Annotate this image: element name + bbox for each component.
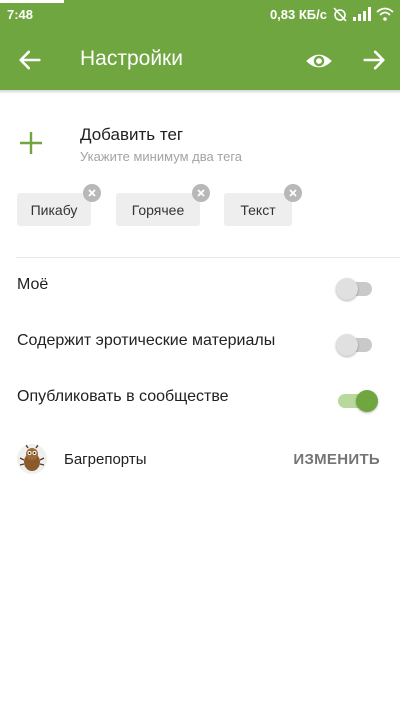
remove-tag-icon[interactable] (284, 184, 302, 202)
setting-row-adult[interactable]: Содержит эротические материалы (0, 314, 400, 370)
wifi-icon (376, 7, 394, 21)
tag-label: Горячее (131, 201, 185, 218)
adult-content-toggle[interactable] (336, 333, 380, 356)
network-speed: 0,83 КБ/с (269, 6, 327, 22)
page-title: Настройки (80, 47, 183, 70)
tag-chip[interactable]: Текст (224, 184, 302, 226)
add-tag-label: Добавить тег (80, 125, 184, 144)
app-bar: Настройки (0, 30, 400, 90)
toggle-thumb (336, 278, 358, 300)
status-time: 7:48 (7, 7, 34, 22)
add-tag-row[interactable]: Добавить тег Укажите минимум два тега (0, 112, 400, 172)
alarm-off-icon (333, 7, 347, 22)
status-bar: 7:48 0,83 КБ/с (0, 0, 400, 30)
setting-row-mine[interactable]: Моё (0, 258, 400, 314)
signal-icon (353, 7, 371, 21)
eye-icon[interactable] (305, 47, 333, 75)
add-tag-hint: Укажите минимум два тега (80, 149, 243, 164)
forward-arrow-icon[interactable] (360, 46, 388, 74)
toggle-thumb (336, 334, 358, 356)
bug-icon (19, 444, 45, 471)
change-community-button[interactable]: ИЗМЕНИТЬ (293, 451, 380, 468)
tag-chip[interactable]: Пикабу (17, 184, 101, 226)
community-row[interactable]: Багрепорты ИЗМЕНИТЬ (0, 433, 400, 489)
back-arrow-icon[interactable] (16, 46, 44, 74)
tag-label: Текст (240, 201, 276, 218)
tag-chip[interactable]: Горячее (116, 184, 210, 226)
setting-row-community[interactable]: Опубликовать в сообществе (0, 370, 400, 426)
setting-label: Содержит эротические материалы (17, 332, 276, 349)
tag-label: Пикабу (30, 201, 78, 218)
mine-toggle[interactable] (336, 277, 380, 300)
community-name: Багрепорты (64, 451, 147, 468)
setting-label: Опубликовать в сообществе (17, 388, 229, 405)
publish-community-toggle[interactable] (336, 389, 380, 412)
plus-icon[interactable] (18, 130, 44, 156)
loading-progress (0, 0, 64, 3)
app-bar-shadow (0, 90, 400, 94)
toggle-thumb (356, 390, 378, 412)
setting-label: Моё (17, 276, 49, 293)
remove-tag-icon[interactable] (192, 184, 210, 202)
community-avatar (17, 444, 47, 474)
status-icons: 0,83 КБ/с (270, 6, 394, 22)
remove-tag-icon[interactable] (83, 184, 101, 202)
